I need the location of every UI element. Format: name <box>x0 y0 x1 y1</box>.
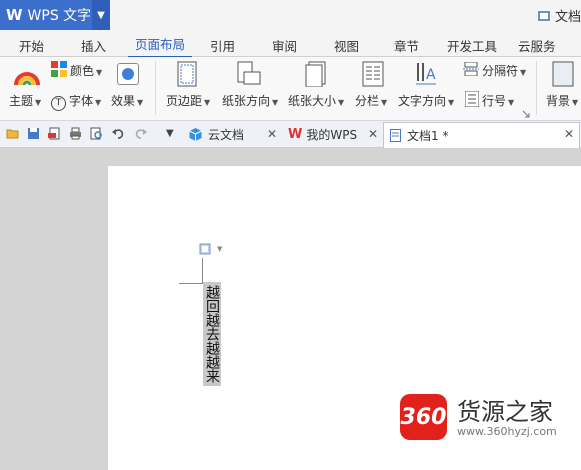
cloud-cube-icon <box>189 128 202 141</box>
tab-developer[interactable]: 开发工具 <box>447 36 497 55</box>
tab-page-layout[interactable]: 页面布局 <box>128 34 193 58</box>
dialog-launcher-icon[interactable] <box>522 110 530 118</box>
close-icon[interactable]: ✕ <box>267 127 277 141</box>
close-icon[interactable]: ✕ <box>368 127 378 141</box>
font-circle-icon: T <box>51 96 66 111</box>
orientation-label: 纸张方向 <box>222 94 271 108</box>
colors-label: 颜色 <box>70 64 95 78</box>
document-title: 文档 <box>554 10 581 25</box>
tab-view[interactable]: 视图 <box>334 36 359 55</box>
doc-tab-label: 文档1 * <box>407 129 449 143</box>
fonts-label: 字体 <box>69 94 94 108</box>
colors-button[interactable]: 颜色 ▼ <box>70 62 102 79</box>
chevron-down-icon[interactable]: ▼ <box>217 245 222 253</box>
columns-label: 分栏 <box>355 94 380 108</box>
text-direction-icon: A <box>416 63 436 85</box>
watermark-name: 货源之家 <box>457 398 553 426</box>
doc-tab-my-wps[interactable]: W 我的WPS <box>284 122 379 147</box>
background-label: 背景 <box>546 94 571 108</box>
margins-icon <box>177 61 197 87</box>
crop-mark <box>202 258 203 284</box>
paper-size-label: 纸张大小 <box>288 94 337 108</box>
window-icon <box>537 10 550 21</box>
line-numbers-label: 行号 <box>482 94 507 108</box>
divider <box>536 61 537 115</box>
svg-text:A: A <box>426 67 436 83</box>
print-icon[interactable] <box>69 127 82 140</box>
title-right: 文档 <box>537 6 581 25</box>
line-numbers-button[interactable]: 行号 ▼ <box>482 92 514 109</box>
360-logo: 360 <box>400 394 447 440</box>
paper-size-icon <box>305 61 326 87</box>
divider <box>155 61 156 115</box>
page-background-icon <box>552 61 574 87</box>
tab-start[interactable]: 开始 <box>19 36 44 55</box>
redo-icon[interactable] <box>134 127 147 140</box>
wps-logo-icon: W <box>6 6 23 24</box>
columns-button[interactable]: 分栏 ▼ <box>355 92 387 109</box>
app-name: WPS 文字 <box>27 8 92 24</box>
columns-icon <box>362 61 384 87</box>
doc-tab-label: 云文档 <box>208 128 245 142</box>
margins-button[interactable]: 页边距 ▼ <box>166 92 210 109</box>
print-preview-icon[interactable] <box>90 127 103 140</box>
open-folder-icon[interactable] <box>6 127 19 140</box>
tab-cloud-services[interactable]: 云服务 <box>518 36 556 55</box>
orientation-button[interactable]: 纸张方向 ▼ <box>222 92 278 109</box>
vertical-selected-text[interactable]: 越回越去越越来 <box>203 282 221 386</box>
theme-icon <box>14 72 40 86</box>
effects-icon <box>117 63 139 85</box>
wps-logo-icon: W <box>288 127 303 142</box>
text-direction-label: 文字方向 <box>398 94 447 108</box>
background-button[interactable]: 背景 ▼ <box>546 92 578 109</box>
undo-icon[interactable] <box>112 127 125 140</box>
line-numbers-icon <box>465 91 479 107</box>
breaks-label: 分隔符 <box>482 64 519 78</box>
fonts-button[interactable]: T 字体 ▼ <box>51 92 101 111</box>
crop-mark <box>179 283 203 284</box>
tab-references[interactable]: 引用 <box>210 36 235 55</box>
orientation-icon <box>237 61 261 85</box>
watermark-url: www.360hyzj.com <box>457 425 557 438</box>
wps-app-button[interactable]: W WPS 文字 ▼ <box>0 0 110 30</box>
ribbon-toolbar: 主题 ▼ 颜色 ▼ T 字体 ▼ 效果 ▼ 页边距 ▼ 纸张方向 ▼ 纸张大小 ▼ 分栏 ▼ A <box>0 57 581 121</box>
close-icon[interactable]: ✕ <box>564 127 574 141</box>
chevron-down-icon[interactable]: ▼ <box>166 128 174 139</box>
effects-button[interactable]: 效果 ▼ <box>111 92 143 109</box>
theme-label: 主题 <box>9 94 34 108</box>
paper-size-button[interactable]: 纸张大小 ▼ <box>288 92 344 109</box>
save-icon[interactable] <box>27 127 40 140</box>
document-icon <box>390 129 401 142</box>
ribbon-tabs: 开始 插入 页面布局 引用 审阅 视图 章节 开发工具 云服务 <box>0 30 581 58</box>
paste-options-icon[interactable] <box>199 243 211 255</box>
doc-tab-document1[interactable]: 文档1 * <box>383 122 580 148</box>
theme-button[interactable]: 主题 ▼ <box>9 92 41 109</box>
palette-icon <box>51 61 67 77</box>
text-direction-button[interactable]: 文字方向 ▼ <box>398 92 454 109</box>
export-pdf-icon[interactable] <box>48 127 61 140</box>
chevron-down-icon[interactable]: ▼ <box>92 0 110 30</box>
doc-tab-label: 我的WPS <box>306 128 358 142</box>
title-bar: W WPS 文字 ▼ 文档 <box>0 0 581 30</box>
tab-sections[interactable]: 章节 <box>394 36 419 55</box>
effects-label: 效果 <box>111 94 136 108</box>
tab-insert[interactable]: 插入 <box>81 36 106 55</box>
page-break-icon <box>463 62 479 76</box>
breaks-button[interactable]: 分隔符 ▼ <box>482 62 526 79</box>
doc-tab-cloud[interactable]: 云文档 <box>185 122 280 147</box>
margins-label: 页边距 <box>166 94 203 108</box>
tab-review[interactable]: 审阅 <box>272 36 297 55</box>
